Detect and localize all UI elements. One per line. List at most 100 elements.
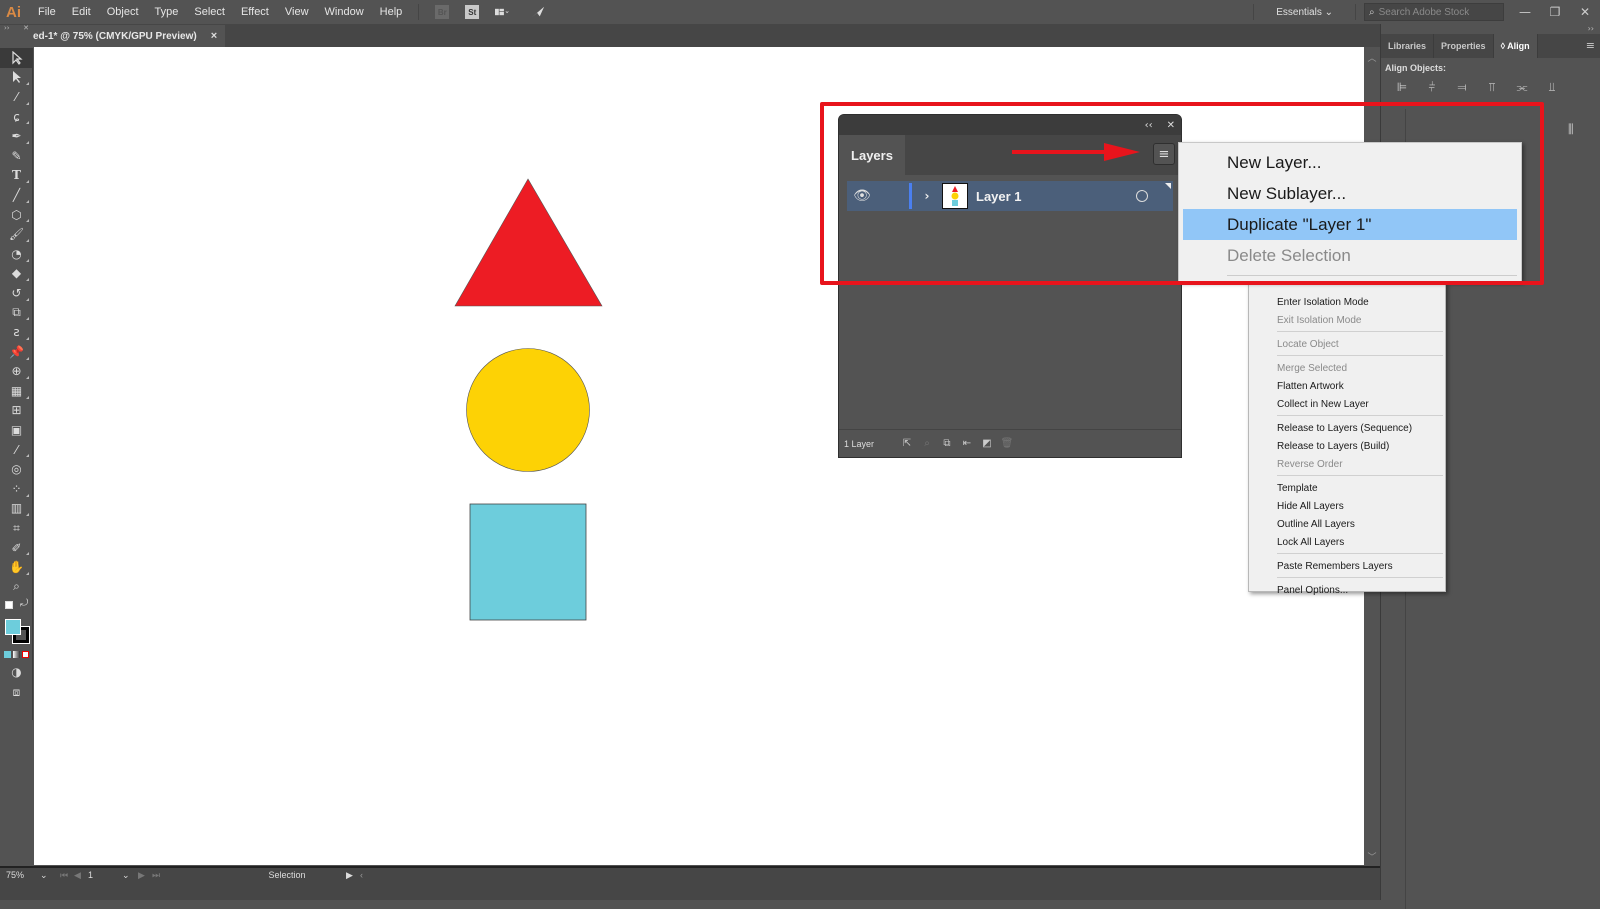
align-vertical-center-icon[interactable]: ⫘ <box>1507 78 1537 96</box>
rotate-tool-icon[interactable]: ↺ <box>0 283 33 303</box>
square-shape[interactable] <box>469 503 587 621</box>
color-icon[interactable] <box>3 651 11 659</box>
blend-tool-icon[interactable]: ◎ <box>0 459 33 479</box>
menu-type[interactable]: Type <box>147 6 187 18</box>
menu-file[interactable]: File <box>30 6 64 18</box>
menu-item-new-sublayer[interactable]: New Sublayer... <box>1179 178 1521 209</box>
close-window-button[interactable]: ✕ <box>1570 1 1600 23</box>
bridge-icon[interactable]: Br <box>435 5 450 19</box>
locate-object-icon[interactable]: ⌕ <box>917 438 937 449</box>
screen-mode-icon[interactable]: ⧈ <box>0 682 33 702</box>
menu-item-reverse-order[interactable]: Reverse Order <box>1249 455 1445 473</box>
line-segment-tool-icon[interactable]: ╱ <box>0 185 33 205</box>
eraser-tool-icon[interactable]: ◆ <box>0 264 33 284</box>
tab-layers[interactable]: Layers <box>839 135 905 175</box>
menu-item-outline-all-layers[interactable]: Outline All Layers <box>1249 515 1445 533</box>
circle-shape[interactable] <box>466 348 590 472</box>
gradient-icon[interactable] <box>12 651 20 659</box>
shape-builder-tool-icon[interactable]: ⊕ <box>0 362 33 382</box>
artboard-tool-icon[interactable]: ⌗ <box>0 518 33 538</box>
menu-item-duplicate-layer[interactable]: Duplicate "Layer 1" <box>1183 209 1517 240</box>
export-for-screens-icon[interactable]: ⇱ <box>897 438 917 449</box>
previous-artboard-icon[interactable]: ◀ <box>74 870 88 881</box>
layers-panel-titlebar[interactable]: ‹‹ ✕ <box>839 115 1181 135</box>
last-artboard-icon[interactable]: ⏭ <box>152 870 166 881</box>
stock-icon[interactable]: St <box>465 5 480 19</box>
artboard-number-field[interactable]: 1 <box>88 870 122 880</box>
minimize-button[interactable]: — <box>1510 1 1540 23</box>
scroll-down-icon[interactable]: ﹀ <box>1364 850 1380 863</box>
layer-name[interactable]: Layer 1 <box>976 189 1126 204</box>
menu-item-new-layer[interactable]: New Layer... <box>1179 147 1521 178</box>
align-right-icon[interactable]: ⫤ <box>1447 78 1477 96</box>
menu-object[interactable]: Object <box>99 6 147 18</box>
scale-tool-icon[interactable]: ⧉ <box>0 303 33 323</box>
type-tool-icon[interactable]: T <box>0 166 33 186</box>
slice-tool-icon[interactable]: ✐ <box>0 538 33 558</box>
delete-layer-icon[interactable]: 🗑 <box>997 438 1017 449</box>
default-fill-stroke-icon[interactable] <box>5 600 13 609</box>
selection-tool-icon[interactable] <box>0 48 33 68</box>
gpu-performance-icon[interactable] <box>531 5 545 19</box>
artboard-dropdown-icon[interactable]: ⌄ <box>122 870 138 881</box>
tab-libraries[interactable]: Libraries <box>1381 34 1435 58</box>
align-top-icon[interactable]: ⫪ <box>1477 78 1507 96</box>
swap-fill-stroke-icon[interactable]: ⤾ <box>20 598 28 609</box>
hand-tool-icon[interactable]: ✋ <box>0 557 33 577</box>
menu-item-delete-selection[interactable]: Delete Selection <box>1179 240 1521 271</box>
menu-item-panel-options[interactable]: Panel Options... <box>1249 581 1445 599</box>
mesh-tool-icon[interactable]: ⊞ <box>0 401 33 421</box>
menu-item-paste-remembers-layers[interactable]: Paste Remembers Layers <box>1249 557 1445 575</box>
zoom-tool-icon[interactable]: ⌕ <box>0 577 33 597</box>
eyedropper-tool-icon[interactable]: ⁄ <box>0 440 33 460</box>
first-artboard-icon[interactable]: ⏮ <box>60 870 74 881</box>
close-panel-icon[interactable]: ✕ <box>1167 120 1175 131</box>
tab-properties[interactable]: Properties <box>1434 34 1494 58</box>
direct-selection-tool-icon[interactable] <box>0 68 33 88</box>
menu-item-template[interactable]: Template <box>1249 479 1445 497</box>
expand-dock-icon[interactable]: ›› <box>1588 24 1594 33</box>
current-tool-status[interactable]: Selection <box>166 870 346 880</box>
none-icon[interactable] <box>21 651 29 659</box>
paintbrush-tool-icon[interactable]: 🖌 <box>0 224 33 244</box>
make-clipping-mask-icon[interactable]: ⧉ <box>937 438 957 449</box>
tab-align[interactable]: ◊ Align <box>1493 34 1538 58</box>
perspective-grid-tool-icon[interactable]: ▦ <box>0 381 33 401</box>
menu-item-merge-selected[interactable]: Merge Selected <box>1249 359 1445 377</box>
ellipse-tool-icon[interactable]: ⬡ <box>0 205 33 225</box>
visibility-eye-icon[interactable]: 👁 <box>847 188 877 204</box>
menu-item-flatten-artwork[interactable]: Flatten Artwork <box>1249 377 1445 395</box>
stock-search[interactable]: ⌕ <box>1364 3 1504 21</box>
menu-help[interactable]: Help <box>372 6 411 18</box>
curvature-tool-icon[interactable]: ✎ <box>0 146 33 166</box>
symbol-sprayer-tool-icon[interactable]: ⁘ <box>0 479 33 499</box>
menu-item-enter-isolation-mode[interactable]: Enter Isolation Mode <box>1249 293 1445 311</box>
menu-item-lock-all-layers[interactable]: Lock All Layers <box>1249 533 1445 551</box>
menu-effect[interactable]: Effect <box>233 6 277 18</box>
menu-item-release-sequence[interactable]: Release to Layers (Sequence) <box>1249 419 1445 437</box>
puppet-warp-tool-icon[interactable]: 📌 <box>0 342 33 362</box>
triangle-shape[interactable] <box>454 178 603 307</box>
scroll-left-icon[interactable]: ‹ <box>360 870 374 880</box>
align-horizontal-center-icon[interactable]: ⫩ <box>1417 78 1447 96</box>
align-bottom-icon[interactable]: ⫫ <box>1537 78 1567 96</box>
warp-tool-icon[interactable]: ƨ <box>0 322 33 342</box>
menu-window[interactable]: Window <box>317 6 372 18</box>
menu-item-exit-isolation-mode[interactable]: Exit Isolation Mode <box>1249 311 1445 329</box>
pen-tool-icon[interactable]: ✒ <box>0 126 33 146</box>
expand-toolbar-icon[interactable]: ›› <box>4 24 10 36</box>
new-layer-icon[interactable]: ◩ <box>977 438 997 449</box>
fill-swatch[interactable] <box>5 618 21 635</box>
stock-search-input[interactable] <box>1378 6 1495 18</box>
zoom-dropdown-icon[interactable]: ⌄ <box>40 870 60 881</box>
magic-wand-tool-icon[interactable]: ⁄ <box>0 87 33 107</box>
distribute-icon[interactable]: ⫼ <box>1568 122 1574 137</box>
status-menu-icon[interactable]: ▶ <box>346 870 360 881</box>
layer-row[interactable]: 👁 › Layer 1 <box>847 181 1173 211</box>
menu-item-locate-object[interactable]: Locate Object <box>1249 335 1445 353</box>
close-tab-icon[interactable]: × <box>211 30 217 42</box>
restore-button[interactable]: ❐ <box>1540 1 1570 23</box>
menu-item-collect-in-new-layer[interactable]: Collect in New Layer <box>1249 395 1445 413</box>
workspace-switcher[interactable]: Essentials ⌄ <box>1262 7 1347 18</box>
draw-mode-icon[interactable]: ◑ <box>0 663 33 683</box>
